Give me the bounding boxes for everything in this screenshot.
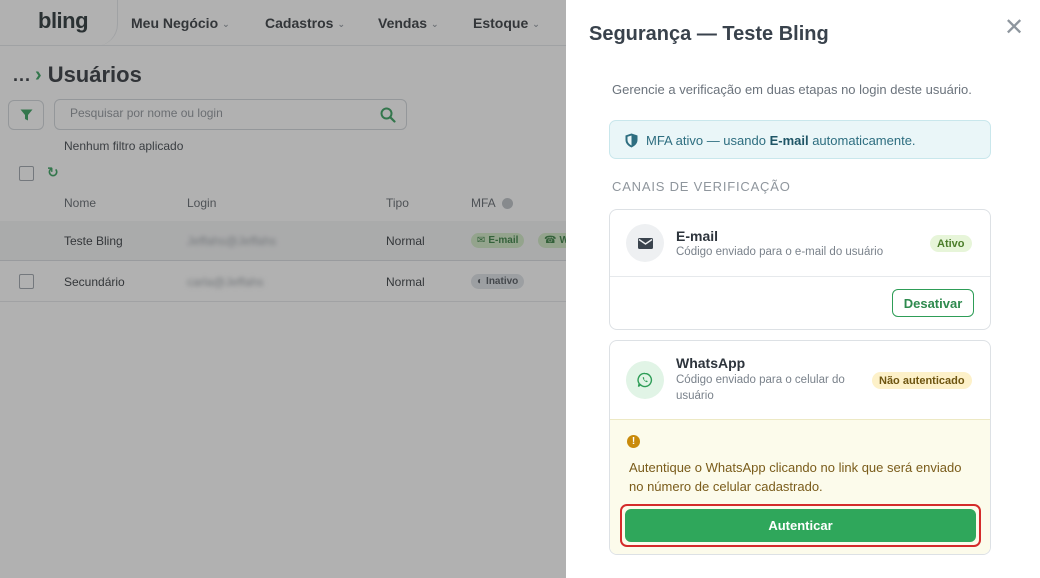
channel-description: Código enviado para o e-mail do usuário xyxy=(676,246,884,258)
warning-panel: ! Autentique o WhatsApp clicando no link… xyxy=(610,419,990,554)
warning-icon: ! xyxy=(627,435,640,448)
channel-name: E-mail xyxy=(676,228,719,244)
whatsapp-icon xyxy=(637,372,653,388)
section-label: CANAIS DE VERIFICAÇÃO xyxy=(612,179,791,194)
drawer-title: Segurança — Teste Bling xyxy=(589,23,829,45)
mfa-status-text: MFA ativo — usando E-mail automaticament… xyxy=(646,133,916,148)
channel-description-line2: usuário xyxy=(676,390,714,402)
security-drawer: Segurança — Teste Bling ✕ Gerencie a ver… xyxy=(566,0,1040,578)
envelope-icon xyxy=(637,237,653,249)
email-avatar xyxy=(626,224,664,262)
shield-icon xyxy=(625,133,638,148)
status-badge: Não autenticado xyxy=(872,372,972,389)
channel-name: WhatsApp xyxy=(676,355,746,371)
email-channel-card: E-mail Código enviado para o e-mail do u… xyxy=(609,209,991,330)
authenticate-button[interactable]: Autenticar xyxy=(625,509,976,542)
divider xyxy=(610,276,990,277)
status-badge: Ativo xyxy=(930,235,972,252)
deactivate-button[interactable]: Desativar xyxy=(892,289,974,317)
whatsapp-avatar xyxy=(626,361,664,399)
close-icon[interactable]: ✕ xyxy=(1004,14,1024,42)
whatsapp-channel-card: WhatsApp Código enviado para o celular d… xyxy=(609,340,991,555)
channel-description-line1: Código enviado para o celular do xyxy=(676,374,845,386)
warning-text: Autentique o WhatsApp clicando no link q… xyxy=(629,460,962,494)
modal-backdrop[interactable] xyxy=(0,0,566,578)
drawer-subtitle: Gerencie a verificação em duas etapas no… xyxy=(612,82,972,97)
mfa-status-banner: MFA ativo — usando E-mail automaticament… xyxy=(609,120,991,159)
